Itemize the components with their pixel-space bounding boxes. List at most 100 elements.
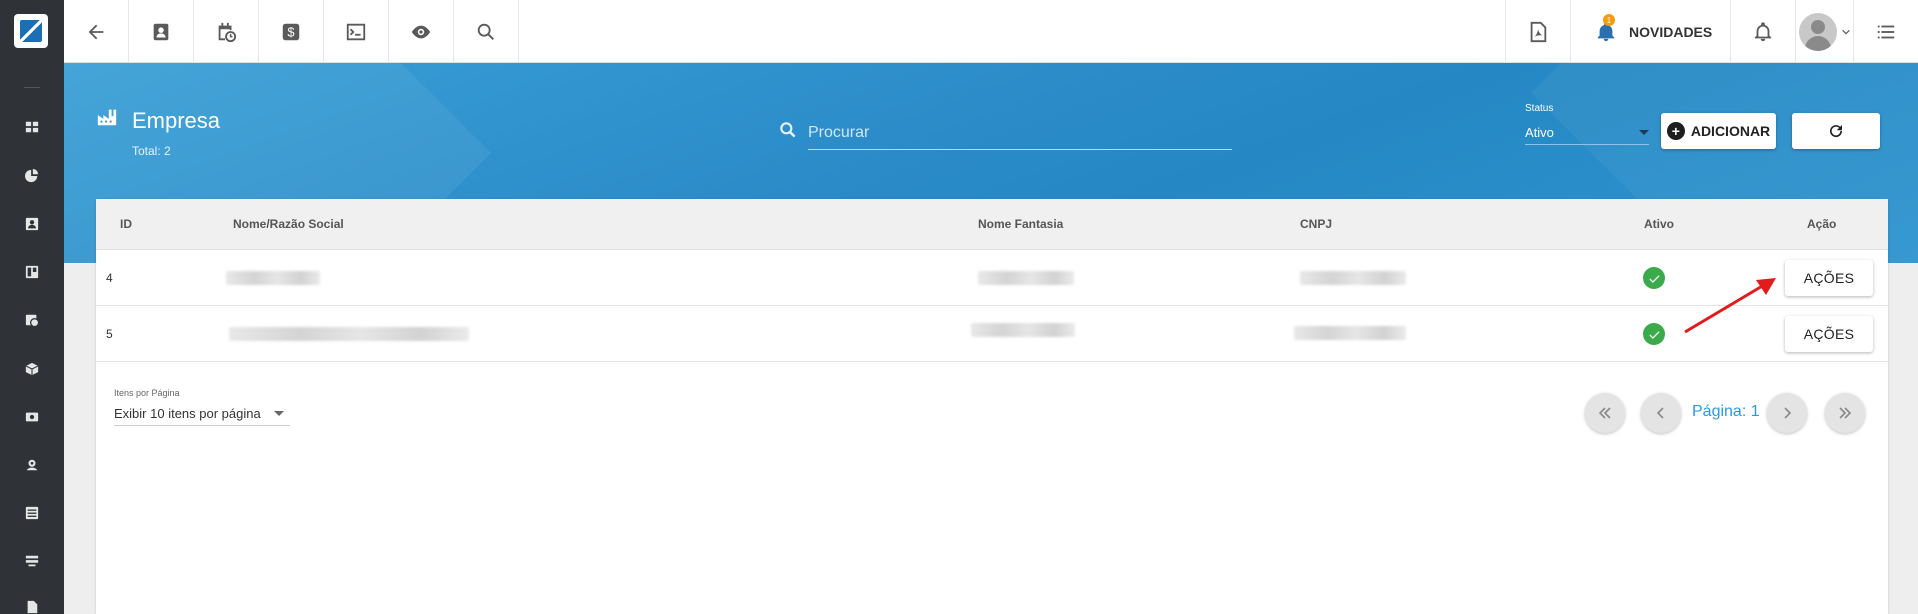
items-per-page-label: Itens por Página — [114, 388, 180, 398]
list-document-icon — [25, 506, 39, 520]
sidebar-item-dashboard[interactable] — [24, 119, 40, 135]
sidebar-item-products[interactable] — [24, 361, 40, 377]
page-title: Empresa — [132, 108, 221, 133]
next-page-button[interactable] — [1767, 393, 1807, 433]
contacts-button[interactable] — [129, 0, 194, 63]
total-count: Total: 2 — [132, 144, 171, 158]
terminal-button[interactable] — [324, 0, 389, 63]
search-button[interactable] — [454, 0, 519, 63]
column-header-cnpj[interactable]: CNPJ — [1300, 217, 1332, 231]
column-header-id[interactable]: ID — [120, 217, 132, 231]
redacted-fantasia — [971, 323, 1075, 337]
first-page-button[interactable] — [1585, 393, 1625, 433]
search-input[interactable] — [808, 116, 1232, 150]
pdf-file-icon — [1530, 21, 1547, 42]
previous-page-button[interactable] — [1641, 393, 1681, 433]
sidebar-item-contacts[interactable] — [24, 216, 40, 232]
row-actions-button[interactable]: AÇÕES — [1785, 316, 1873, 352]
back-button[interactable] — [64, 0, 129, 63]
schedule-button[interactable] — [194, 0, 259, 63]
caret-down-icon — [274, 411, 284, 416]
active-check-icon — [1643, 323, 1665, 345]
refresh-button[interactable] — [1792, 113, 1880, 149]
user-menu[interactable] — [1795, 0, 1853, 63]
list-menu-icon — [1877, 25, 1895, 38]
sidebar-item-reports[interactable] — [24, 168, 40, 184]
chevron-down-icon — [1841, 29, 1850, 35]
column-header-ativo[interactable]: Ativo — [1644, 217, 1674, 231]
sidebar-item-schedule[interactable] — [24, 312, 40, 328]
avatar — [1798, 12, 1837, 51]
location-user-icon — [26, 459, 38, 471]
annotation-arrow-icon — [1684, 278, 1776, 334]
refresh-icon — [1830, 125, 1843, 138]
search-icon — [778, 120, 798, 145]
terminal-icon — [346, 23, 366, 40]
column-header-nome[interactable]: Nome/Razão Social — [233, 217, 344, 231]
view-button[interactable] — [389, 0, 454, 63]
redacted-cnpj — [1300, 271, 1406, 285]
caret-down-icon — [1639, 130, 1649, 135]
file-icon — [27, 600, 38, 614]
bell-outline-icon — [1754, 21, 1772, 41]
row-id: 4 — [106, 271, 113, 285]
notification-badge: 1 — [1603, 14, 1615, 26]
sidebar — [0, 0, 64, 614]
svg-text:$: $ — [287, 24, 294, 39]
top-toolbar: $ 1 NOVIDADES — [64, 0, 1918, 63]
table-row[interactable]: 5 AÇÕES — [96, 306, 1888, 362]
board-icon — [25, 265, 39, 279]
plus-circle-icon: + — [1666, 122, 1685, 140]
chevron-left-icon — [1656, 407, 1664, 419]
redacted-fantasia — [978, 271, 1074, 285]
column-header-fantasia[interactable]: Nome Fantasia — [978, 217, 1063, 231]
calendar-clock-icon — [218, 22, 237, 42]
sidebar-item-file[interactable] — [24, 599, 40, 614]
box-icon — [25, 362, 39, 376]
sidebar-item-board[interactable] — [24, 264, 40, 280]
add-button-label: ADICIONAR — [1690, 123, 1771, 139]
sidebar-divider — [24, 87, 40, 88]
double-chevron-right-icon — [1839, 407, 1852, 419]
redacted-nome — [226, 271, 320, 285]
status-select[interactable]: Ativo — [1525, 121, 1649, 145]
contact-card-icon — [153, 23, 169, 40]
sidebar-item-server[interactable] — [24, 553, 40, 569]
app-logo[interactable] — [14, 14, 48, 48]
eye-icon — [411, 25, 431, 38]
items-per-page-select[interactable]: Exibir 10 itens por página — [114, 402, 290, 426]
sidebar-item-finance[interactable] — [24, 409, 40, 425]
finance-button[interactable]: $ — [259, 0, 324, 63]
redacted-cnpj — [1294, 326, 1406, 340]
active-check-icon — [1643, 267, 1665, 289]
row-actions-button[interactable]: AÇÕES — [1785, 260, 1873, 296]
notifications-button[interactable] — [1730, 0, 1795, 63]
status-filter-label: Status — [1525, 103, 1554, 114]
novidades-label: NOVIDADES — [1629, 23, 1713, 40]
table-header: ID Nome/Razão Social Nome Fantasia CNPJ … — [96, 199, 1888, 250]
table-row[interactable]: 4 AÇÕES — [96, 250, 1888, 306]
dollar-icon: $ — [282, 23, 300, 40]
items-per-page-value: Exibir 10 itens por página — [114, 406, 261, 421]
sidebar-item-documents[interactable] — [24, 505, 40, 521]
cash-icon — [25, 412, 39, 422]
search-icon — [477, 23, 495, 40]
status-select-value: Ativo — [1525, 125, 1554, 140]
current-page-label: Página: 1 — [1692, 403, 1760, 420]
add-button[interactable]: + ADICIONAR — [1661, 113, 1776, 149]
contact-card-icon — [25, 217, 39, 231]
factory-icon — [96, 106, 118, 133]
last-page-button[interactable] — [1825, 393, 1865, 433]
pdf-button[interactable] — [1505, 0, 1570, 63]
novidades-button[interactable]: 1 NOVIDADES — [1570, 0, 1730, 63]
server-icon — [25, 555, 39, 567]
double-chevron-left-icon — [1598, 407, 1611, 419]
sidebar-item-location[interactable] — [24, 457, 40, 473]
menu-button[interactable] — [1853, 0, 1918, 63]
column-header-acao: Ação — [1807, 217, 1837, 231]
pie-chart-icon — [25, 169, 39, 183]
redacted-nome — [229, 327, 469, 341]
arrow-left-icon — [88, 24, 104, 39]
calendar-clock-icon — [25, 314, 39, 327]
companies-table-card: ID Nome/Razão Social Nome Fantasia CNPJ … — [96, 199, 1888, 614]
